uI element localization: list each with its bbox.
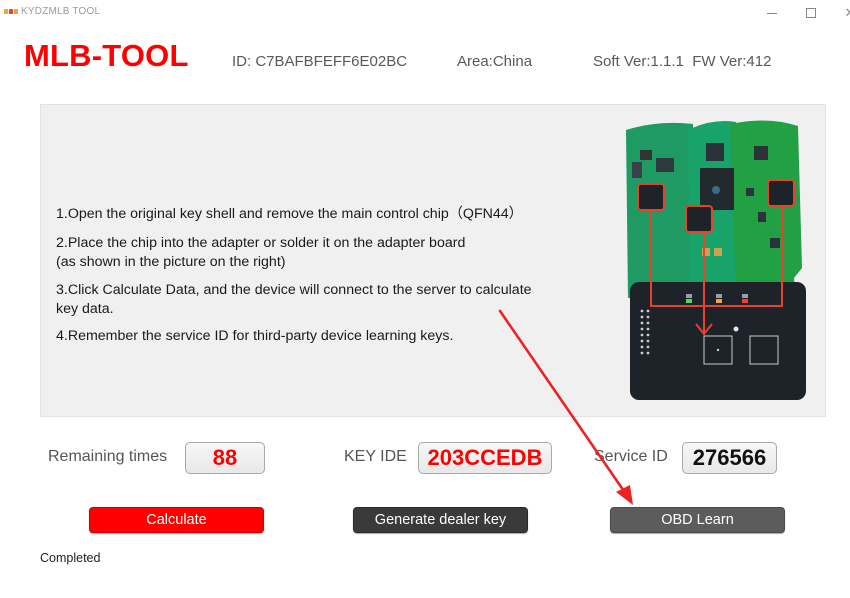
service-id-value: 276566 bbox=[682, 442, 777, 474]
app-logo-icon bbox=[4, 9, 18, 14]
window-title: KYDZMLB TOOL bbox=[21, 6, 101, 17]
minimize-icon bbox=[767, 12, 777, 14]
instruction-step-1: 1.Open the original key shell and remove… bbox=[56, 206, 523, 222]
instruction-step-2: 2.Place the chip into the adapter or sol… bbox=[56, 235, 466, 270]
chip-highlight-1 bbox=[637, 183, 665, 211]
instruction-step-4: 4.Remember the service ID for third-part… bbox=[56, 328, 454, 344]
close-button[interactable]: ✕ bbox=[835, 3, 850, 23]
version-info: Soft Ver:1.1.1 FW Ver:412 bbox=[593, 53, 772, 70]
calculate-button[interactable]: Calculate bbox=[89, 507, 264, 533]
area-label: Area:China bbox=[457, 53, 533, 70]
maximize-button[interactable] bbox=[796, 3, 826, 23]
obd-learn-button[interactable]: OBD Learn bbox=[610, 507, 785, 533]
status-text: Completed bbox=[40, 551, 101, 565]
brand-title: MLB-TOOL bbox=[24, 38, 189, 73]
arrow-head-icon bbox=[616, 485, 633, 505]
key-ide-label: KEY IDE bbox=[344, 448, 407, 465]
minimize-button[interactable] bbox=[757, 3, 787, 23]
generate-dealer-key-button[interactable]: Generate dealer key bbox=[353, 507, 528, 533]
chip-adapter-picture bbox=[626, 120, 806, 400]
remaining-times-value: 88 bbox=[185, 442, 265, 474]
device-id: ID: C7BAFBFEFF6E02BC bbox=[232, 53, 408, 70]
title-bar: KYDZMLB TOOL ✕ bbox=[0, 0, 850, 26]
maximize-icon bbox=[806, 8, 816, 18]
instruction-step-3: 3.Click Calculate Data, and the device w… bbox=[56, 282, 532, 317]
chip-highlight-3 bbox=[767, 179, 795, 207]
service-id-label: Service ID bbox=[594, 448, 668, 465]
remaining-times-label: Remaining times bbox=[48, 448, 168, 465]
key-ide-value: 203CCEDB bbox=[418, 442, 552, 474]
close-icon: ✕ bbox=[845, 5, 850, 21]
chip-highlight-2 bbox=[685, 205, 713, 233]
